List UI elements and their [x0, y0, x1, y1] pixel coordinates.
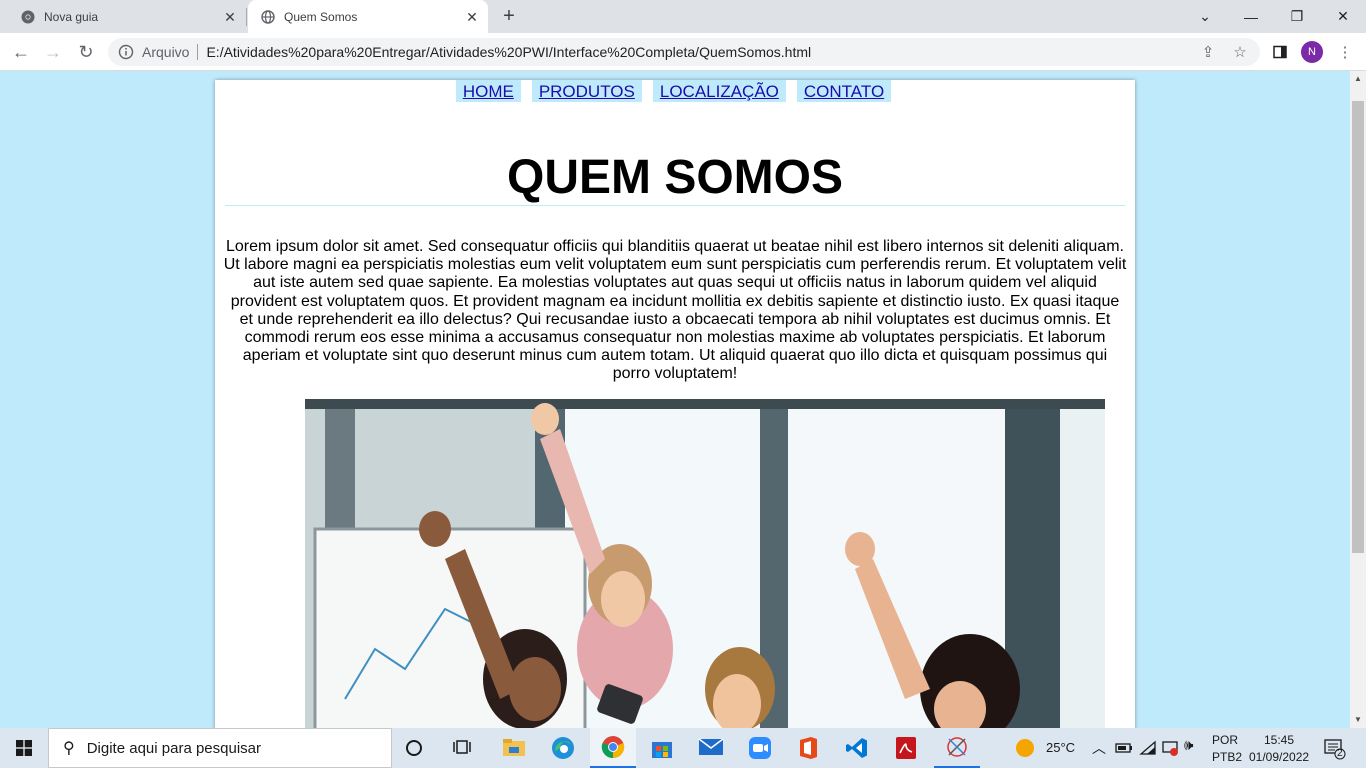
close-tab-icon[interactable]: ✕ [464, 9, 480, 25]
share-icon[interactable]: ⇪ [1198, 42, 1218, 62]
edge-icon[interactable] [551, 736, 575, 760]
volume-icon[interactable]: 🕪 [1184, 737, 1193, 754]
scroll-up-arrow-icon[interactable]: ▲ [1350, 71, 1366, 87]
profile-avatar[interactable]: N [1301, 41, 1323, 63]
address-separator [197, 44, 199, 60]
address-url: E:/Atividades%20para%20Entregar/Atividad… [206, 44, 812, 60]
vscode-icon[interactable] [845, 736, 869, 760]
tab-search-icon[interactable]: ⌄ [1182, 0, 1228, 33]
team-celebration-photo [305, 399, 1105, 728]
close-window-icon[interactable]: ✕ [1320, 0, 1366, 33]
main-menu: HOME PRODUTOS LOCALIZAÇÃO CONTATO [215, 80, 1135, 102]
page-scrollbar[interactable]: ▲ ▼ [1350, 71, 1366, 728]
keyboard-layout[interactable]: PTB2 [1212, 750, 1242, 764]
show-hidden-icons-icon[interactable]: ︿ [1092, 738, 1106, 758]
bookmark-star-icon[interactable]: ☆ [1230, 42, 1250, 62]
menu-link-localizacao[interactable]: LOCALIZAÇÃO [652, 80, 786, 102]
about-text: Lorem ipsum dolor sit amet. Sed consequa… [223, 238, 1127, 383]
task-view-icon[interactable] [452, 737, 474, 759]
content-card: HOME PRODUTOS LOCALIZAÇÃO CONTATO QUEM S… [215, 80, 1135, 728]
tab-divider [246, 8, 247, 26]
input-language[interactable]: POR [1212, 733, 1238, 747]
chrome-icon [20, 9, 36, 25]
browser-toolbar: ← → ↻ Arquivo E:/Atividades%20para%20Ent… [0, 33, 1366, 71]
start-windows-icon[interactable] [0, 728, 48, 768]
info-icon[interactable] [118, 44, 134, 60]
restore-icon[interactable]: ❐ [1274, 0, 1320, 33]
zoom-icon[interactable] [748, 736, 772, 760]
menu-kebab-icon[interactable]: ⋮ [1335, 42, 1355, 62]
reload-icon[interactable]: ↻ [73, 39, 99, 65]
title-divider [225, 205, 1125, 206]
scrollbar-thumb[interactable] [1352, 101, 1364, 553]
menu-link-home[interactable]: HOME [455, 80, 521, 102]
search-placeholder: Digite aqui para pesquisar [86, 739, 261, 757]
notification-count: 2 [1337, 748, 1343, 759]
scroll-down-arrow-icon[interactable]: ▼ [1350, 712, 1366, 728]
tab-strip: Nova guia ✕ Quem Somos ✕ + ⌄ — ❐ ✕ [0, 0, 1366, 33]
clock-time[interactable]: 15:45 [1264, 733, 1294, 747]
taskbar-search-box[interactable]: ⚲ Digite aqui para pesquisar [48, 728, 392, 768]
side-panel-icon[interactable] [1270, 42, 1290, 62]
mail-icon[interactable] [698, 737, 724, 759]
snipping-tool-icon[interactable] [934, 728, 980, 768]
wifi-icon[interactable] [1139, 739, 1157, 757]
weather-temperature[interactable]: 25°C [1046, 740, 1075, 755]
menu-link-produtos[interactable]: PRODUTOS [531, 80, 642, 102]
page-viewport: HOME PRODUTOS LOCALIZAÇÃO CONTATO QUEM S… [0, 71, 1350, 728]
new-tab-button[interactable]: + [498, 5, 520, 27]
tab-nova-guia[interactable]: Nova guia ✕ [8, 0, 246, 33]
menu-link-contato[interactable]: CONTATO [796, 80, 892, 102]
acrobat-icon[interactable] [895, 736, 919, 760]
tab-quem-somos[interactable]: Quem Somos ✕ [248, 0, 488, 33]
page-title: QUEM SOMOS [506, 151, 844, 204]
windows-taskbar: ⚲ Digite aqui para pesquisar 25°C ︿ 🕪 PO… [0, 728, 1366, 768]
network-alert-icon[interactable] [1161, 739, 1179, 757]
chrome-taskbar-icon[interactable] [590, 728, 636, 768]
cortana-icon[interactable] [404, 738, 426, 760]
close-tab-icon[interactable]: ✕ [222, 9, 238, 25]
forward-icon[interactable]: → [40, 39, 66, 65]
back-icon[interactable]: ← [8, 39, 34, 65]
office-icon[interactable] [797, 736, 821, 760]
search-icon: ⚲ [63, 740, 75, 757]
clock-date[interactable]: 01/09/2022 [1249, 750, 1309, 764]
globe-icon [260, 9, 276, 25]
microsoft-store-icon[interactable] [650, 736, 674, 760]
address-scheme: Arquivo [142, 44, 190, 60]
tab-label: Quem Somos [284, 9, 358, 24]
tab-label: Nova guia [44, 9, 99, 24]
address-bar[interactable]: Arquivo E:/Atividades%20para%20Entregar/… [108, 38, 1260, 66]
file-explorer-icon[interactable] [502, 737, 526, 759]
battery-icon[interactable] [1115, 739, 1133, 757]
weather-icon[interactable] [1016, 739, 1034, 757]
minimize-icon[interactable]: — [1228, 0, 1274, 33]
